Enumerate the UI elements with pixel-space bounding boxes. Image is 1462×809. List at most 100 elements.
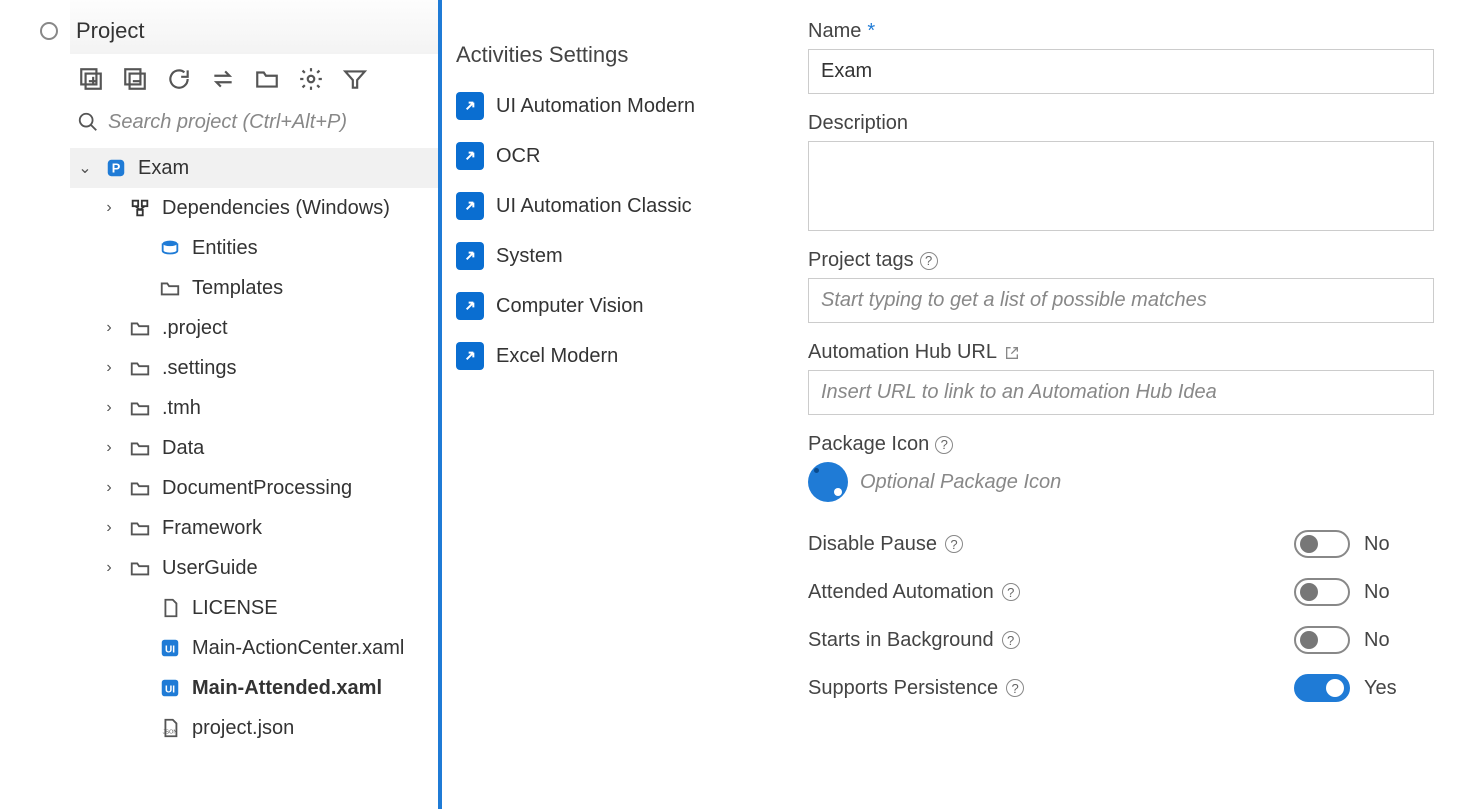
tree-item-project-json[interactable]: › JSON project.json [70, 708, 438, 748]
tree-item-label: Templates [192, 277, 283, 300]
activity-excel-modern[interactable]: Excel Modern [452, 334, 782, 378]
activities-list: UI Automation Modern OCR UI Automation C… [452, 84, 782, 378]
folder-icon [128, 316, 152, 340]
activity-label: UI Automation Modern [496, 95, 695, 118]
search-placeholder: Search project (Ctrl+Alt+P) [108, 111, 347, 134]
name-label: Name [808, 20, 861, 43]
xaml-icon: UI [158, 636, 182, 660]
project-tree: ⌄ P Exam › Dependencies (Windows) › Enti… [70, 144, 438, 752]
tree-root[interactable]: ⌄ P Exam [70, 148, 438, 188]
starts-bg-toggle[interactable] [1294, 626, 1350, 654]
svg-text:UI: UI [165, 645, 175, 656]
tree-item-dependencies[interactable]: › Dependencies (Windows) [70, 188, 438, 228]
folder-icon [128, 356, 152, 380]
tree-item-settings-folder[interactable]: › .settings [70, 348, 438, 388]
activity-ui-automation-modern[interactable]: UI Automation Modern [452, 84, 782, 128]
activity-label: Computer Vision [496, 295, 643, 318]
tree-item-tmh-folder[interactable]: › .tmh [70, 388, 438, 428]
help-icon[interactable]: ? [935, 436, 953, 454]
filter-button[interactable] [340, 64, 370, 94]
starts-bg-value: No [1364, 629, 1390, 652]
activity-ui-automation-classic[interactable]: UI Automation Classic [452, 184, 782, 228]
collapse-all-button[interactable] [120, 64, 150, 94]
folder-icon [158, 276, 182, 300]
tree-item-label: .tmh [162, 397, 201, 420]
tree-item-label: .project [162, 317, 228, 340]
json-icon: JSON [158, 716, 182, 740]
help-icon[interactable]: ? [1002, 631, 1020, 649]
tree-item-framework[interactable]: › Framework [70, 508, 438, 548]
folder-icon [128, 436, 152, 460]
folder-icon [128, 556, 152, 580]
disable-pause-toggle[interactable] [1294, 530, 1350, 558]
tree-item-license[interactable]: › LICENSE [70, 588, 438, 628]
open-folder-button[interactable] [252, 64, 282, 94]
tree-item-label: Data [162, 437, 204, 460]
activity-ocr[interactable]: OCR [452, 134, 782, 178]
activity-icon [456, 292, 484, 320]
properties-panel: Name * Exam Description Project tags ? S… [792, 0, 1462, 809]
settings-button[interactable] [296, 64, 326, 94]
tree-item-main-actioncenter[interactable]: › UI Main-ActionCenter.xaml [70, 628, 438, 668]
tree-item-label: LICENSE [192, 597, 278, 620]
svg-text:JSON: JSON [163, 730, 178, 736]
external-link-icon[interactable] [1003, 344, 1021, 362]
attended-toggle[interactable] [1294, 578, 1350, 606]
tree-item-entities[interactable]: › Entities [70, 228, 438, 268]
refresh-button[interactable] [164, 64, 194, 94]
tags-input[interactable]: Start typing to get a list of possible m… [808, 278, 1434, 323]
tree-item-templates[interactable]: › Templates [70, 268, 438, 308]
hub-input[interactable]: Insert URL to link to an Automation Hub … [808, 370, 1434, 415]
chevron-right-icon[interactable]: › [100, 439, 118, 457]
project-panel-title: Project [70, 0, 438, 54]
chevron-right-icon[interactable]: › [100, 359, 118, 377]
tree-item-label: project.json [192, 717, 294, 740]
activity-icon [456, 242, 484, 270]
expand-all-button[interactable] [76, 64, 106, 94]
tree-item-userguide[interactable]: › UserGuide [70, 548, 438, 588]
entities-icon [158, 236, 182, 260]
file-icon [158, 596, 182, 620]
activity-computer-vision[interactable]: Computer Vision [452, 284, 782, 328]
starts-bg-label: Starts in Background [808, 629, 994, 652]
activity-icon [456, 92, 484, 120]
folder-icon [128, 516, 152, 540]
chevron-right-icon[interactable]: › [100, 479, 118, 497]
tree-item-label: UserGuide [162, 557, 258, 580]
name-input[interactable]: Exam [808, 49, 1434, 94]
tree-item-label: Main-ActionCenter.xaml [192, 637, 404, 660]
package-icon[interactable] [808, 462, 848, 502]
help-icon[interactable]: ? [945, 535, 963, 553]
persistence-label: Supports Persistence [808, 677, 998, 700]
chevron-right-icon[interactable]: › [100, 319, 118, 337]
activity-system[interactable]: System [452, 234, 782, 278]
chevron-right-icon[interactable]: › [100, 199, 118, 217]
sync-button[interactable] [208, 64, 238, 94]
tree-item-documentprocessing[interactable]: › DocumentProcessing [70, 468, 438, 508]
activity-label: Excel Modern [496, 345, 618, 368]
attended-label: Attended Automation [808, 581, 994, 604]
help-icon[interactable]: ? [1006, 679, 1024, 697]
pkg-placeholder: Optional Package Icon [860, 471, 1061, 494]
activity-icon [456, 342, 484, 370]
chevron-right-icon[interactable]: › [100, 559, 118, 577]
folder-icon [128, 476, 152, 500]
activities-panel: Activities Settings UI Automation Modern… [442, 0, 792, 809]
persistence-toggle[interactable] [1294, 674, 1350, 702]
help-icon[interactable]: ? [920, 252, 938, 270]
chevron-right-icon[interactable]: › [100, 519, 118, 537]
tags-label: Project tags [808, 249, 914, 272]
chevron-down-icon[interactable]: ⌄ [76, 158, 94, 178]
tree-item-project-folder[interactable]: › .project [70, 308, 438, 348]
activity-label: OCR [496, 145, 540, 168]
description-input[interactable] [808, 141, 1434, 231]
project-search[interactable]: Search project (Ctrl+Alt+P) [70, 104, 438, 144]
tree-item-data-folder[interactable]: › Data [70, 428, 438, 468]
radio-indicator [40, 22, 58, 40]
chevron-right-icon[interactable]: › [100, 399, 118, 417]
pkg-label: Package Icon [808, 433, 929, 456]
tree-item-main-attended[interactable]: › UI Main-Attended.xaml [70, 668, 438, 708]
disable-pause-value: No [1364, 533, 1390, 556]
activity-icon [456, 142, 484, 170]
help-icon[interactable]: ? [1002, 583, 1020, 601]
